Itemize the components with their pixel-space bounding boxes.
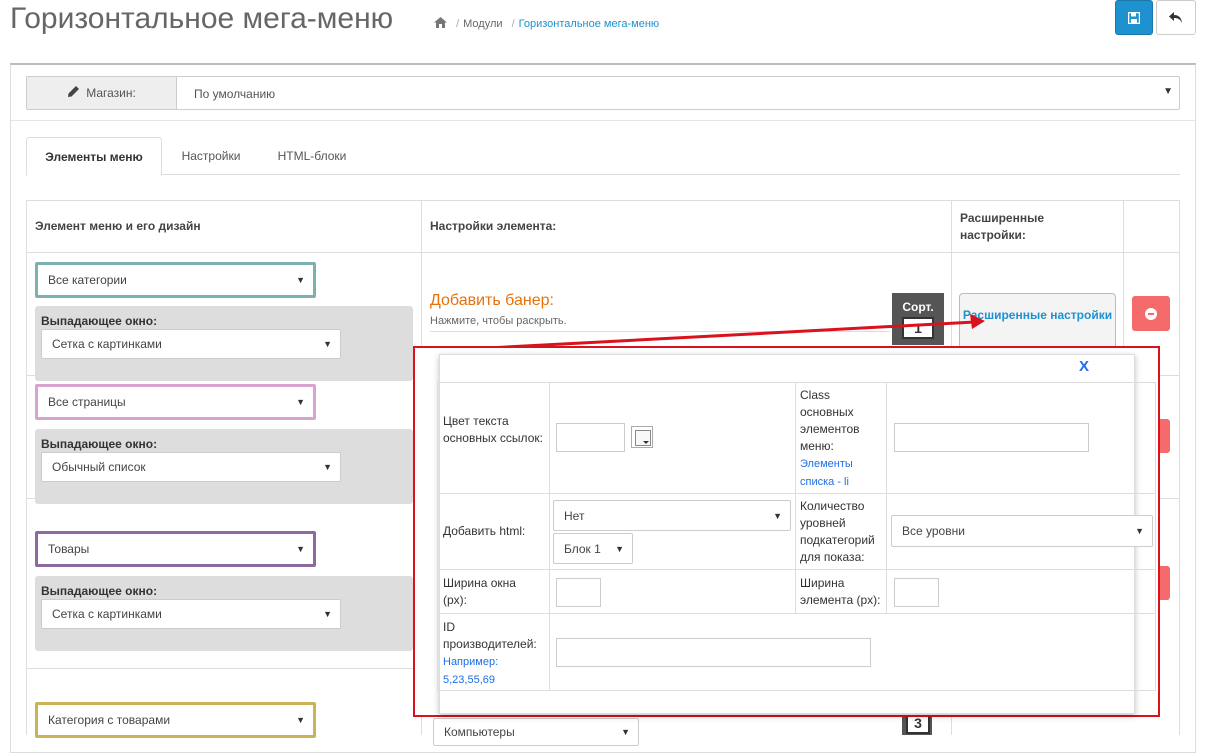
dropdown-type-select-1[interactable]: Сетка с картинками ▼ (41, 329, 341, 359)
class-label: Class основных элементов меню: Элементы … (800, 388, 860, 488)
page-title: Горизонтальное мега-меню (10, 2, 394, 35)
banner-title[interactable]: Добавить банер: (430, 292, 554, 310)
chevron-down-icon: ▼ (323, 339, 332, 349)
color-picker-icon[interactable] (631, 426, 653, 448)
chevron-down-icon: ▼ (615, 543, 624, 554)
store-value: По умолчанию (194, 87, 276, 101)
menu-item-select-2[interactable]: Все страницы ▼ (35, 384, 316, 420)
levels-label: Количество уровней подкатегорий для пока… (800, 499, 875, 564)
column-header-extended: Расширенные настройки: (960, 211, 1044, 242)
home-icon[interactable] (434, 17, 447, 31)
store-label: Магазин: (27, 77, 177, 109)
breadcrumb-current[interactable]: Горизонтальное мега-меню (519, 18, 660, 30)
pencil-icon (67, 85, 80, 101)
chevron-down-icon: ▼ (773, 510, 782, 521)
menu-item-select-4[interactable]: Категория с товарами ▼ (35, 702, 316, 738)
dropdown-type-select-2[interactable]: Обычный список ▼ (41, 452, 341, 482)
chevron-down-icon: ▼ (323, 609, 332, 619)
store-select[interactable]: Магазин: По умолчанию ▼ (26, 76, 1180, 110)
back-button[interactable] (1156, 0, 1196, 35)
link-color-input[interactable] (556, 423, 625, 452)
close-button[interactable]: X (1079, 358, 1089, 375)
menu-item-select-3[interactable]: Товары ▼ (35, 531, 316, 567)
chevron-down-icon: ▼ (296, 275, 305, 285)
class-input[interactable] (894, 423, 1089, 452)
tab-html-blocks[interactable]: HTML-блоки (264, 137, 360, 175)
levels-select[interactable]: Все уровни ▼ (891, 515, 1153, 547)
save-button[interactable] (1115, 0, 1153, 35)
window-width-input[interactable] (556, 578, 601, 607)
element-width-label: Ширина элемента (px): (800, 576, 881, 607)
breadcrumb-modules[interactable]: Модули (463, 18, 502, 30)
chevron-down-icon: ▼ (296, 715, 305, 725)
chevron-down-icon: ▼ (323, 462, 332, 472)
chevron-down-icon: ▼ (296, 397, 305, 407)
add-html-label: Добавить html: (443, 524, 526, 538)
link-color-label: Цвет текста основных ссылок: (443, 414, 543, 445)
tab-menu-items[interactable]: Элементы меню (26, 137, 162, 176)
column-header-item: Элемент меню и его дизайн (35, 219, 201, 233)
dropdown-type-select-3[interactable]: Сетка с картинками ▼ (41, 599, 341, 629)
reply-icon (1169, 11, 1182, 23)
delete-button-1[interactable] (1132, 296, 1170, 331)
chevron-down-icon: ▼ (296, 544, 305, 554)
save-icon (1128, 11, 1140, 24)
category-select-4[interactable]: Компьютеры ▼ (433, 718, 639, 746)
manufacturers-label: ID производителей: Например: 5,23,55,69 (443, 620, 537, 686)
column-header-settings: Настройки элемента: (430, 219, 557, 233)
window-width-label: Ширина окна (px): (443, 576, 516, 607)
menu-item-select-1[interactable]: Все категории ▼ (35, 262, 316, 298)
breadcrumb: / Модули / Горизонтальное мега-меню (434, 17, 659, 31)
chevron-down-icon: ▼ (1135, 526, 1144, 536)
html-block-select[interactable]: Блок 1 ▼ (553, 533, 633, 564)
tab-settings[interactable]: Настройки (168, 137, 254, 175)
element-width-input[interactable] (894, 578, 939, 607)
manufacturers-hint: Например: 5,23,55,69 (443, 656, 499, 686)
class-hint: Элементы списка - li (800, 458, 853, 488)
minus-circle-icon (1145, 307, 1157, 320)
manufacturers-input[interactable] (556, 638, 871, 667)
add-html-select[interactable]: Нет ▼ (553, 500, 791, 531)
chevron-down-icon: ▼ (621, 727, 630, 737)
chevron-down-icon: ▼ (1163, 86, 1173, 97)
tabs: Элементы меню Настройки HTML-блоки (26, 137, 1180, 176)
